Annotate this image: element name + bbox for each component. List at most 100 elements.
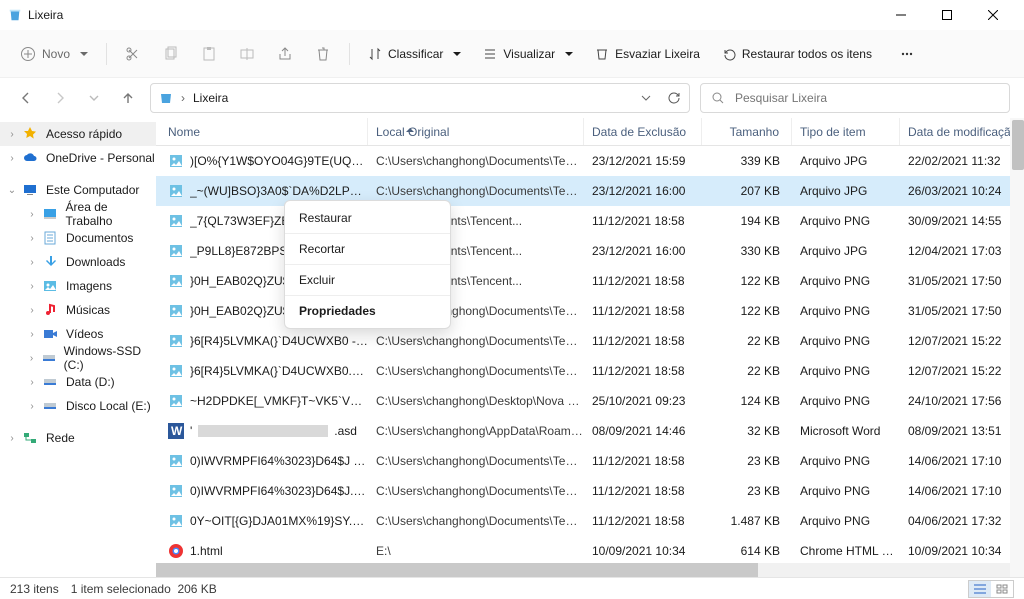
- breadcrumb[interactable]: Lixeira: [193, 91, 228, 105]
- copy-icon: [163, 46, 179, 62]
- col-type[interactable]: Tipo de item: [792, 118, 900, 145]
- ctx-cut[interactable]: Recortar: [285, 236, 450, 262]
- sidebar-item-v-deos[interactable]: ›Vídeos: [0, 322, 156, 346]
- share-button[interactable]: [267, 37, 303, 71]
- table-row[interactable]: }6[R4}5LVMKA(}`D4UCWXB0 - Copi...C:\User…: [156, 326, 1024, 356]
- table-row[interactable]: ~H2DPDKE[_VMKF}T~VK5`VT.pngC:\Users\chan…: [156, 386, 1024, 416]
- share-icon: [277, 46, 293, 62]
- sidebar-item-label: OneDrive - Personal: [46, 151, 155, 165]
- table-row[interactable]: 1.htmlE:\10/09/2021 10:34614 KBChrome HT…: [156, 536, 1024, 563]
- sidebar-item-label: Vídeos: [66, 327, 103, 341]
- maximize-button[interactable]: [924, 0, 970, 30]
- refresh-icon[interactable]: [667, 91, 681, 105]
- sidebar-item-data-d-[interactable]: ›Data (D:): [0, 370, 156, 394]
- details-view-icon[interactable]: [969, 581, 991, 597]
- vertical-scrollbar[interactable]: [1010, 118, 1024, 577]
- col-size[interactable]: Tamanho: [702, 118, 792, 145]
- ctx-restore[interactable]: Restaurar: [285, 205, 450, 231]
- empty-label: Esvaziar Lixeira: [615, 47, 700, 61]
- sidebar-item-windows-ssd-c-[interactable]: ›Windows-SSD (C:): [0, 346, 156, 370]
- ctx-delete[interactable]: Excluir: [285, 267, 450, 293]
- more-button[interactable]: [890, 37, 924, 71]
- recycle-bin-icon: [8, 8, 22, 22]
- table-row[interactable]: W'.asdC:\Users\changhong\AppData\Roaming…: [156, 416, 1024, 446]
- svg-text:W: W: [171, 424, 183, 438]
- new-label: Novo: [42, 47, 70, 61]
- window-title: Lixeira: [28, 8, 63, 22]
- col-del[interactable]: Data de Exclusão: [584, 118, 702, 145]
- sidebar-item-este-computador[interactable]: ⌄Este Computador: [0, 178, 156, 202]
- sidebar-item--rea-de-trabalho[interactable]: ›Área de Trabalho: [0, 202, 156, 226]
- chevron-down-icon[interactable]: [641, 93, 651, 103]
- forward-button[interactable]: [48, 86, 72, 110]
- table-row[interactable]: 0Y~OIT[{G}DJA01MX%19}SY.pngC:\Users\chan…: [156, 506, 1024, 536]
- empty-bin-button[interactable]: Esvaziar Lixeira: [585, 37, 710, 71]
- col-orig[interactable]: Local Original: [368, 118, 584, 145]
- context-menu: Restaurar Recortar Excluir Propriedades: [284, 200, 451, 329]
- close-button[interactable]: [970, 0, 1016, 30]
- copy-button[interactable]: [153, 37, 189, 71]
- new-button[interactable]: Novo: [10, 37, 98, 71]
- sort-label: Classificar: [388, 47, 443, 61]
- sidebar-item-downloads[interactable]: ›Downloads: [0, 250, 156, 274]
- col-mod[interactable]: Data de modificaçã: [900, 118, 1024, 145]
- restore-icon: [722, 47, 736, 61]
- icons-view-icon[interactable]: [991, 581, 1013, 597]
- up-button[interactable]: [116, 86, 140, 110]
- search-box[interactable]: [700, 83, 1010, 113]
- cut-button[interactable]: [115, 37, 151, 71]
- back-button[interactable]: [14, 86, 38, 110]
- sidebar-item-onedrive-personal[interactable]: ›OneDrive - Personal: [0, 146, 156, 170]
- sidebar-item-rede[interactable]: ›Rede: [0, 426, 156, 450]
- ctx-properties[interactable]: Propriedades: [285, 298, 450, 324]
- recent-button[interactable]: [82, 86, 106, 110]
- sort-button[interactable]: Classificar: [358, 37, 471, 71]
- sidebar-item-disco-local-e-[interactable]: ›Disco Local (E:): [0, 394, 156, 418]
- search-icon: [711, 91, 725, 105]
- view-label: Visualizar: [503, 47, 555, 61]
- sidebar-item-label: Rede: [46, 431, 75, 445]
- sidebar-item-documentos[interactable]: ›Documentos: [0, 226, 156, 250]
- toolbar: Novo Classificar Visualizar Esvaziar Lix…: [0, 30, 1024, 78]
- view-button[interactable]: Visualizar: [473, 37, 583, 71]
- sidebar-item-m-sicas[interactable]: ›Músicas: [0, 298, 156, 322]
- column-headers[interactable]: Nome Local Original Data de Exclusão Tam…: [156, 118, 1024, 146]
- sidebar-item-label: Downloads: [66, 255, 125, 269]
- rename-button[interactable]: [229, 37, 265, 71]
- sidebar-item-acesso-r-pido[interactable]: ›Acesso rápido: [0, 122, 156, 146]
- trash-icon: [595, 47, 609, 61]
- delete-button[interactable]: [305, 37, 341, 71]
- scissors-icon: [125, 46, 141, 62]
- table-row[interactable]: 0)IWVRMPFI64%3023}D64$J - Copi...C:\User…: [156, 446, 1024, 476]
- paste-button[interactable]: [191, 37, 227, 71]
- restore-all-button[interactable]: Restaurar todos os itens: [712, 37, 882, 71]
- titlebar: Lixeira: [0, 0, 1024, 30]
- sidebar-item-label: Documentos: [66, 231, 133, 245]
- sidebar-item-label: Data (D:): [66, 375, 115, 389]
- status-count: 213 itens: [10, 582, 59, 596]
- paste-icon: [201, 46, 217, 62]
- plus-circle-icon: [20, 46, 36, 62]
- more-icon: [900, 47, 914, 61]
- minimize-button[interactable]: [878, 0, 924, 30]
- content-area: Nome Local Original Data de Exclusão Tam…: [156, 118, 1024, 577]
- sidebar-item-label: Imagens: [66, 279, 112, 293]
- status-bar: 213 itens 1 item selecionado 206 KB: [0, 577, 1024, 599]
- address-bar[interactable]: › Lixeira: [150, 83, 690, 113]
- sort-icon: [368, 47, 382, 61]
- table-row[interactable]: )[O%{Y1W$OYO04G}9TE(UQP.jpgC:\Users\chan…: [156, 146, 1024, 176]
- nav-row: › Lixeira: [0, 78, 1024, 118]
- sidebar-item-label: Músicas: [66, 303, 110, 317]
- sidebar-item-label: Windows-SSD (C:): [64, 344, 156, 372]
- col-name[interactable]: Nome: [168, 118, 368, 145]
- sidebar-item-imagens[interactable]: ›Imagens: [0, 274, 156, 298]
- horizontal-scrollbar[interactable]: [156, 563, 1016, 577]
- sidebar-item-label: Área de Trabalho: [66, 200, 156, 228]
- view-toggle[interactable]: [968, 580, 1014, 598]
- restore-all-label: Restaurar todos os itens: [742, 47, 872, 61]
- table-row[interactable]: 0)IWVRMPFI64%3023}D64$J.pngC:\Users\chan…: [156, 476, 1024, 506]
- search-input[interactable]: [733, 90, 999, 106]
- recycle-bin-icon: [159, 91, 173, 105]
- view-icon: [483, 47, 497, 61]
- table-row[interactable]: }6[R4}5LVMKA(}`D4UCWXB0.pngC:\Users\chan…: [156, 356, 1024, 386]
